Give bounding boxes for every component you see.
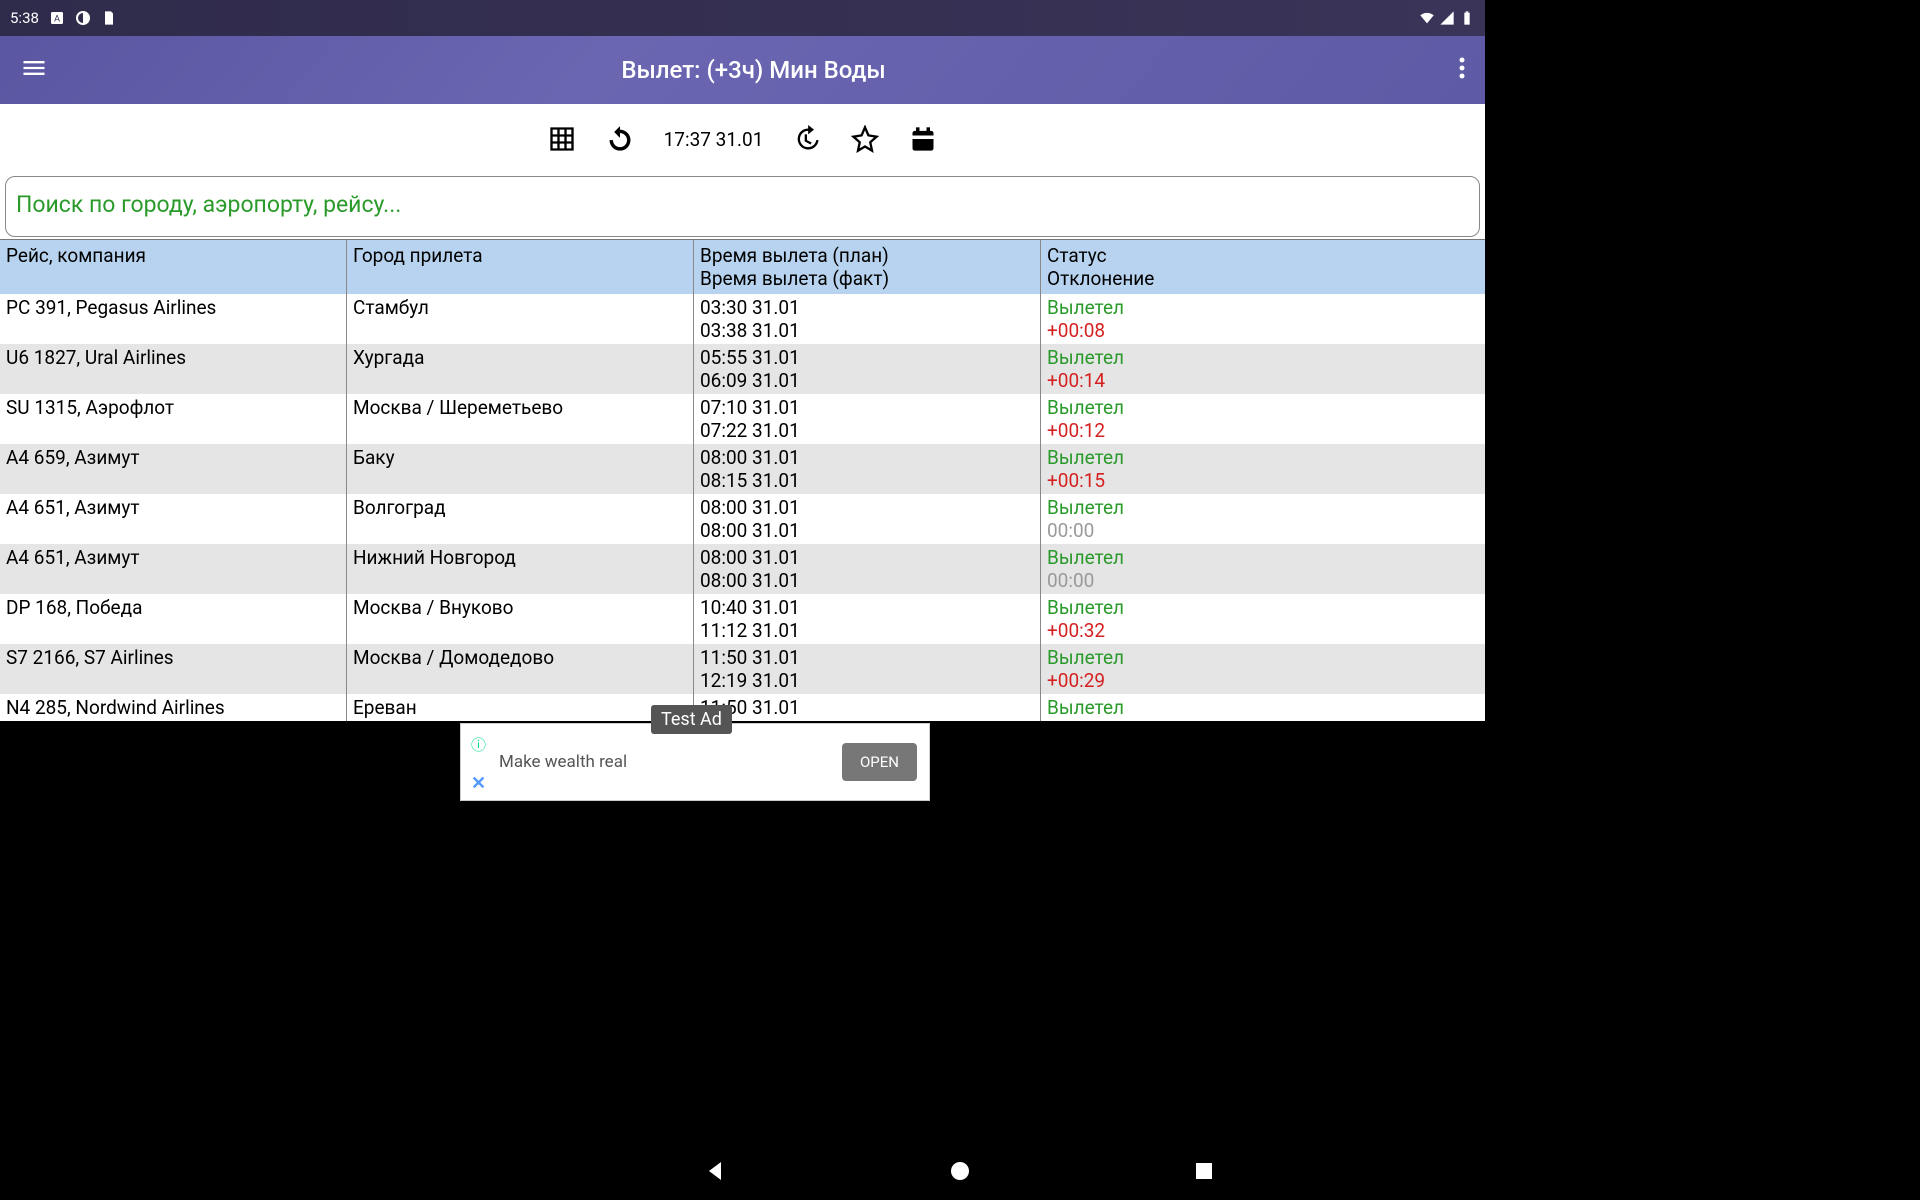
- wifi-icon: [1419, 10, 1435, 26]
- cell-flight: DP 168, Победа: [0, 594, 347, 644]
- android-nav-bar: [0, 1142, 1920, 1200]
- flights-table: Рейс, компания Город прилета Время вылет…: [0, 239, 1485, 721]
- cell-status: Вылетел+00:12: [1041, 394, 1485, 444]
- overflow-menu-button[interactable]: [1459, 56, 1465, 84]
- table-body: PC 391, Pegasus AirlinesСтамбул03:30 31.…: [0, 294, 1485, 721]
- th-time: Время вылета (план)Время вылета (факт): [694, 240, 1041, 294]
- toolbar: 17:37 31.01: [0, 104, 1485, 174]
- cell-time: 03:30 31.0103:38 31.01: [694, 294, 1041, 344]
- search-placeholder: Поиск по городу, аэропорту, рейсу...: [16, 191, 401, 218]
- cell-status: Вылетел+00:08: [1041, 294, 1485, 344]
- cell-time: 10:40 31.0111:12 31.01: [694, 594, 1041, 644]
- table-header: Рейс, компания Город прилета Время вылет…: [0, 239, 1485, 294]
- table-row[interactable]: A4 651, АзимутВолгоград08:00 31.0108:00 …: [0, 494, 1485, 544]
- calendar-icon[interactable]: [909, 125, 937, 153]
- cell-flight: N4 285, Nordwind Airlines: [0, 694, 347, 721]
- cell-city: Хургада: [347, 344, 694, 394]
- ad-label: Test Ad: [651, 705, 732, 734]
- menu-button[interactable]: [20, 54, 48, 86]
- status-time: 5:38: [10, 9, 39, 27]
- table-row[interactable]: SU 1315, АэрофлотМосква / Шереметьево07:…: [0, 394, 1485, 444]
- cell-city: Нижний Новгород: [347, 544, 694, 594]
- android-status-bar: 5:38 A: [0, 0, 1485, 36]
- cell-city: Москва / Внуково: [347, 594, 694, 644]
- refresh-icon[interactable]: [606, 125, 634, 153]
- th-flight: Рейс, компания: [0, 240, 347, 294]
- cell-time: 07:10 31.0107:22 31.01: [694, 394, 1041, 444]
- toolbar-datetime: 17:37 31.01: [664, 128, 764, 151]
- search-input[interactable]: Поиск по городу, аэропорту, рейсу...: [5, 176, 1480, 237]
- cell-city: Волгоград: [347, 494, 694, 544]
- cell-flight: PC 391, Pegasus Airlines: [0, 294, 347, 344]
- table-row[interactable]: PC 391, Pegasus AirlinesСтамбул03:30 31.…: [0, 294, 1485, 344]
- page-title: Вылет: (+3ч) Мин Воды: [48, 56, 1459, 84]
- svg-text:A: A: [54, 13, 60, 24]
- cell-time: 11:50 31.01: [694, 694, 1041, 721]
- search-container: Поиск по городу, аэропорту, рейсу...: [0, 174, 1485, 239]
- cell-flight: A4 651, Азимут: [0, 494, 347, 544]
- table-row[interactable]: A4 651, АзимутНижний Новгород08:00 31.01…: [0, 544, 1485, 594]
- th-status: СтатусОтклонение: [1041, 240, 1485, 294]
- table-row[interactable]: U6 1827, Ural AirlinesХургада05:55 31.01…: [0, 344, 1485, 394]
- cell-flight: U6 1827, Ural Airlines: [0, 344, 347, 394]
- status-icon-sd: [101, 10, 117, 26]
- cell-flight: SU 1315, Аэрофлот: [0, 394, 347, 444]
- cell-time: 08:00 31.0108:15 31.01: [694, 444, 1041, 494]
- cell-status: Вылетел+00:32: [1041, 594, 1485, 644]
- cell-status: Вылетел00:00: [1041, 544, 1485, 594]
- cell-time: 08:00 31.0108:00 31.01: [694, 544, 1041, 594]
- ad-text: Make wealth real: [499, 752, 842, 772]
- signal-icon: [1439, 10, 1455, 26]
- cell-status: Вылетел+00:29: [1041, 644, 1485, 694]
- cell-city: Стамбул: [347, 294, 694, 344]
- ad-close-icon[interactable]: ✕: [471, 773, 486, 794]
- table-row[interactable]: DP 168, ПобедаМосква / Внуково10:40 31.0…: [0, 594, 1485, 644]
- cell-status: Вылетел+00:15: [1041, 444, 1485, 494]
- cell-status: Вылетел: [1041, 694, 1485, 721]
- table-row[interactable]: S7 2166, S7 AirlinesМосква / Домодедово1…: [0, 644, 1485, 694]
- table-row[interactable]: A4 659, АзимутБаку08:00 31.0108:15 31.01…: [0, 444, 1485, 494]
- nav-back-icon[interactable]: [704, 1159, 728, 1183]
- cell-flight: A4 659, Азимут: [0, 444, 347, 494]
- cell-time: 11:50 31.0112:19 31.01: [694, 644, 1041, 694]
- cell-city: Ереван: [347, 694, 694, 721]
- cell-status: Вылетел+00:14: [1041, 344, 1485, 394]
- cell-city: Москва / Домодедово: [347, 644, 694, 694]
- nav-home-icon[interactable]: [948, 1159, 972, 1183]
- th-city: Город прилета: [347, 240, 694, 294]
- cell-time: 05:55 31.0106:09 31.01: [694, 344, 1041, 394]
- status-icon-circle: [75, 10, 91, 26]
- cell-city: Москва / Шереметьево: [347, 394, 694, 444]
- cell-status: Вылетел00:00: [1041, 494, 1485, 544]
- history-icon[interactable]: [793, 125, 821, 153]
- ad-open-button[interactable]: OPEN: [842, 743, 917, 781]
- nav-recent-icon[interactable]: [1192, 1159, 1216, 1183]
- cell-city: Баку: [347, 444, 694, 494]
- cell-time: 08:00 31.0108:00 31.01: [694, 494, 1041, 544]
- cell-flight: A4 651, Азимут: [0, 544, 347, 594]
- status-icon-a: A: [49, 10, 65, 26]
- ad-banner: Test Ad ⓘ ✕ Make wealth real OPEN: [460, 723, 930, 801]
- app-bar: Вылет: (+3ч) Мин Воды: [0, 36, 1485, 104]
- star-icon[interactable]: [851, 125, 879, 153]
- ad-info-icon[interactable]: ⓘ: [471, 734, 486, 755]
- cell-flight: S7 2166, S7 Airlines: [0, 644, 347, 694]
- grid-icon[interactable]: [548, 125, 576, 153]
- table-row[interactable]: N4 285, Nordwind AirlinesЕреван11:50 31.…: [0, 694, 1485, 721]
- battery-icon: [1459, 10, 1475, 26]
